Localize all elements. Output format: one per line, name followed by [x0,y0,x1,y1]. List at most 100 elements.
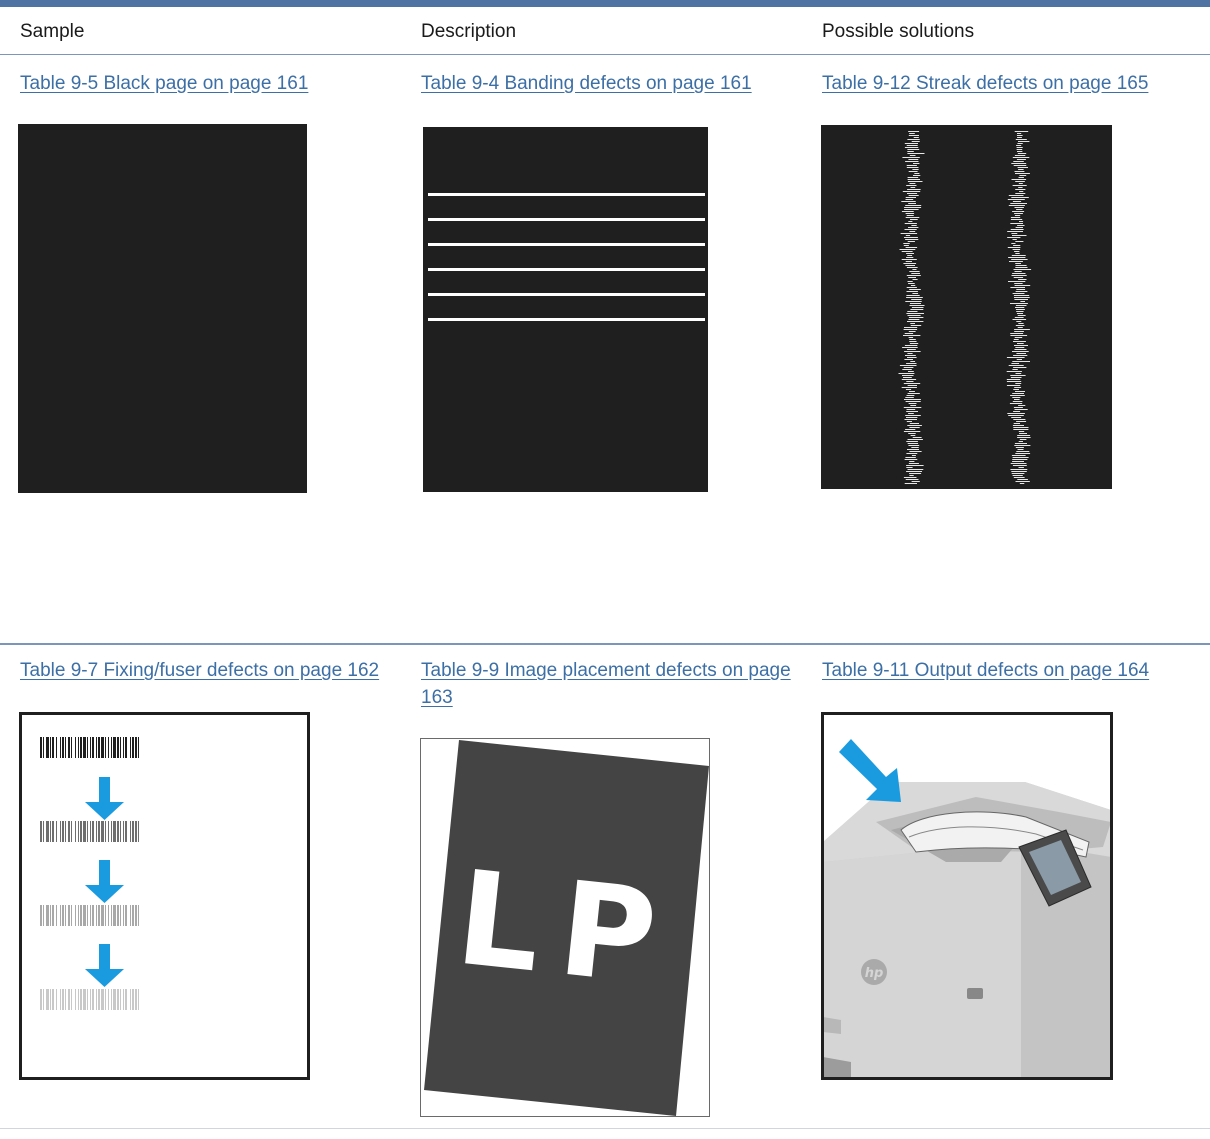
streak-mark [1016,421,1027,422]
streak-mark [1013,161,1024,162]
streak-mark [1014,271,1022,272]
link-image-placement-defects[interactable]: Table 9-9 Image placement defects on pag… [421,657,801,711]
streak-mark [1015,325,1025,326]
streak-mark [1019,439,1027,440]
streak-mark [1014,297,1030,298]
streak-mark [1011,417,1022,418]
streak-mark [1007,237,1021,238]
streak-mark [1013,419,1026,420]
streak-mark [903,245,909,246]
streak-mark [1018,405,1026,406]
barcode-bar [62,737,64,758]
streak-mark [904,459,918,460]
link-output-defects[interactable]: Table 9-11 Output defects on page 164 [822,657,1149,684]
streak-mark [1010,223,1023,224]
streak-mark [1006,381,1022,382]
streak-mark [906,267,918,268]
streak-mark [1011,473,1025,474]
streak-mark [913,137,919,138]
barcode-bar [108,737,109,758]
streak-mark [900,233,918,234]
streak-mark [909,133,915,134]
streak-mark [907,139,920,140]
streak-mark [1018,177,1024,178]
barcode-bar [96,989,97,1010]
streak-mark [1009,261,1023,262]
streak-mark [907,439,923,440]
barcode-bar [83,905,86,926]
streak-mark [909,305,925,306]
streak-mark [906,411,918,412]
barcode-bar [117,989,119,1010]
barcode-bar [113,905,116,926]
streak-mark [912,437,922,438]
streak-mark [1014,317,1024,318]
streak-mark [901,387,917,388]
streak-mark [1018,169,1024,170]
barcode-bar [43,737,44,758]
streak-mark [902,369,912,370]
link-banding-defects[interactable]: Table 9-4 Banding defects on page 161 [421,70,752,97]
streak-mark [1011,197,1029,198]
barcode-bar [111,737,112,758]
barcode-bar [60,989,61,1010]
streak-mark [910,219,918,220]
streak-mark [908,319,920,320]
hp-logo-icon: hp [861,959,887,985]
barcode-bar [96,821,97,842]
streak-mark [1014,443,1027,444]
barcode-bar [120,905,121,926]
streak-mark [1014,329,1030,330]
streak-mark [906,395,915,396]
streak-mark [906,409,916,410]
streak-mark [902,191,921,192]
streak-mark [1011,179,1027,180]
streak-mark [1015,453,1031,454]
barcode-bar [120,737,121,758]
streak-mark [1011,471,1027,472]
streak-mark [908,433,916,434]
barcode-bar [125,737,127,758]
streak-mark [910,325,922,326]
streak-mark [1015,181,1025,182]
streak-mark [1015,383,1022,384]
streak-mark [907,189,921,190]
streak-mark [1017,137,1022,138]
barcode-bar [52,821,54,842]
streak-mark [906,165,917,166]
link-fixing-fuser-defects[interactable]: Table 9-7 Fixing/fuser defects on page 1… [20,657,379,684]
streak-mark [1007,231,1023,232]
streak-mark [1014,349,1027,350]
barcode-bar [105,821,106,842]
barcode-bar [83,821,86,842]
barcode-bar [138,737,139,758]
streak-mark [912,293,919,294]
streak-mark [1014,131,1029,132]
streak-mark [903,407,922,408]
barcode-bar [101,737,104,758]
streak-mark [903,263,917,264]
streak-mark [909,271,920,272]
streak-mark [1015,291,1028,292]
streak-mark [1017,437,1031,438]
barcode-bar [56,989,57,1010]
streak-mark [1014,445,1031,446]
barcode-bar [117,737,119,758]
streak-mark [1011,259,1028,260]
barcode-bar [123,821,124,842]
barcode-bar [135,989,137,1010]
barcode-bar [75,737,76,758]
barcode-bar [87,821,88,842]
streak-mark [908,227,919,228]
streak-mark [1007,199,1025,200]
streak-mark [908,371,914,372]
column-header-sample: Sample [20,21,85,42]
streak-mark [905,239,919,240]
barcode-bar [130,737,131,758]
link-streak-defects[interactable]: Table 9-12 Streak defects on page 165 [822,70,1148,97]
streak-mark [910,361,916,362]
barcode-bar [60,737,61,758]
streak-mark [1010,333,1024,334]
link-black-page[interactable]: Table 9-5 Black page on page 161 [20,70,308,97]
streak-mark [905,199,914,200]
